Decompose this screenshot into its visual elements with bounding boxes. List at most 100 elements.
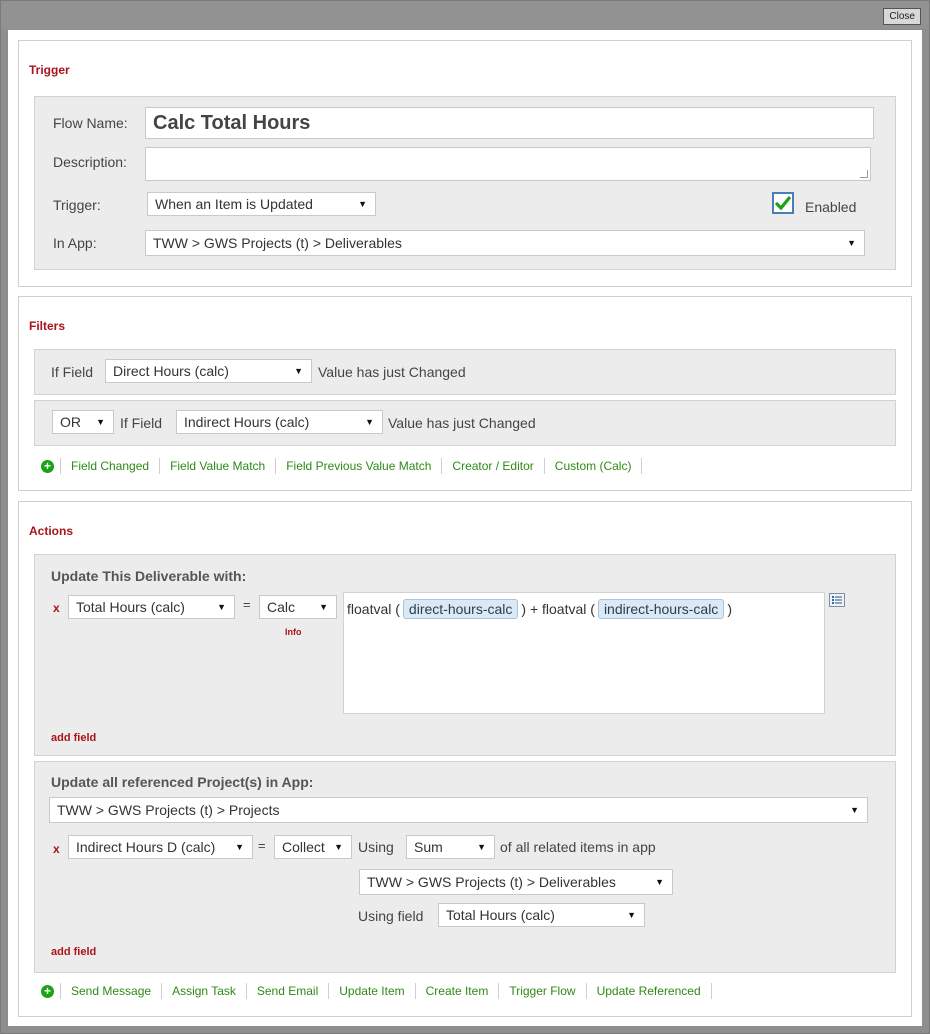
filter-link-creator-editor[interactable]: Creator / Editor: [442, 458, 545, 474]
value-mode-select[interactable]: Calc ▼: [259, 595, 337, 619]
using-label: Using: [358, 839, 394, 855]
action-link-send-email[interactable]: Send Email: [247, 983, 330, 999]
filter-type-links: Field Changed Field Value Match Field Prev…: [60, 458, 643, 474]
referenced-mode-select[interactable]: Collect ▼: [274, 835, 352, 859]
referenced-app-value: TWW > GWS Projects (t) > Projects: [57, 802, 280, 818]
filter-link-field-previous-value-match[interactable]: Field Previous Value Match: [276, 458, 443, 474]
formula-token-direct-hours[interactable]: direct-hours-calc: [402, 599, 519, 619]
equals-sign: =: [258, 838, 266, 853]
filter-field-select[interactable]: Direct Hours (calc) ▼: [105, 359, 312, 383]
filter-connector-select[interactable]: OR ▼: [52, 410, 114, 434]
filter-field-select[interactable]: Indirect Hours (calc) ▼: [176, 410, 383, 434]
chevron-down-icon: ▼: [294, 366, 303, 376]
chevron-down-icon: ▼: [477, 842, 486, 852]
description-textarea[interactable]: [145, 147, 871, 181]
related-app-select[interactable]: TWW > GWS Projects (t) > Deliverables ▼: [359, 869, 673, 895]
referenced-target-field-select[interactable]: Indirect Hours D (calc) ▼: [68, 835, 253, 859]
referenced-app-select[interactable]: TWW > GWS Projects (t) > Projects ▼: [49, 797, 868, 823]
enabled-checkbox[interactable]: [772, 192, 794, 214]
target-field-value: Total Hours (calc): [76, 599, 185, 615]
actions-section-title: Actions: [29, 524, 74, 538]
filter-connector-value: OR: [60, 414, 81, 430]
remove-field-button[interactable]: x: [53, 601, 60, 615]
action-link-update-referenced[interactable]: Update Referenced: [587, 983, 712, 999]
filter-link-field-value-match[interactable]: Field Value Match: [160, 458, 277, 474]
filter-link-field-changed[interactable]: Field Changed: [60, 458, 161, 474]
trigger-section-title: Trigger: [29, 63, 70, 77]
formula-editor[interactable]: floatval (direct-hours-calc) + floatval …: [343, 592, 825, 714]
action-link-update-item[interactable]: Update Item: [329, 983, 416, 999]
chevron-down-icon: ▼: [365, 417, 374, 427]
using-field-select[interactable]: Total Hours (calc) ▼: [438, 903, 645, 927]
filter-condition: Value has just Changed: [388, 415, 536, 431]
action-link-create-item[interactable]: Create Item: [416, 983, 500, 999]
chevron-down-icon: ▼: [850, 805, 859, 815]
action-type-links: Send Message Assign Task Send Email Update …: [60, 983, 712, 999]
update-this-title: Update This Deliverable with:: [51, 568, 247, 584]
info-link[interactable]: Info: [285, 627, 302, 637]
chevron-down-icon: ▼: [627, 910, 636, 920]
related-app-value: TWW > GWS Projects (t) > Deliverables: [367, 874, 616, 890]
enabled-label: Enabled: [805, 199, 857, 215]
update-referenced-title: Update all referenced Project(s) in App:: [51, 774, 314, 790]
chevron-down-icon: ▼: [334, 842, 343, 852]
equals-sign: =: [243, 597, 251, 612]
add-field-link[interactable]: add field: [51, 732, 96, 744]
chevron-down-icon: ▼: [358, 199, 367, 209]
in-app-select-value: TWW > GWS Projects (t) > Deliverables: [153, 235, 402, 251]
formula-mid: ) + floatval (: [521, 601, 595, 617]
referenced-target-field-value: Indirect Hours D (calc): [76, 839, 216, 855]
chevron-down-icon: ▼: [319, 602, 328, 612]
flow-name-input[interactable]: Calc Total Hours: [145, 107, 874, 139]
target-field-select[interactable]: Total Hours (calc) ▼: [68, 595, 235, 619]
action-link-send-message[interactable]: Send Message: [60, 983, 163, 999]
formula-end: ): [727, 601, 732, 617]
trigger-label: Trigger:: [53, 197, 101, 213]
title-bar: Close: [1, 1, 929, 29]
filter-condition: Value has just Changed: [318, 364, 466, 380]
filter-link-custom-calc[interactable]: Custom (Calc): [545, 458, 643, 474]
add-action-plus-icon[interactable]: +: [41, 985, 54, 998]
in-app-select[interactable]: TWW > GWS Projects (t) > Deliverables ▼: [145, 230, 865, 256]
trigger-panel: Flow Name: Calc Total Hours Description:…: [34, 96, 896, 270]
trigger-select[interactable]: When an Item is Updated ▼: [147, 192, 376, 216]
trigger-section: Trigger Flow Name: Calc Total Hours Desc…: [18, 40, 912, 287]
in-app-label: In App:: [53, 235, 97, 251]
flow-name-label: Flow Name:: [53, 115, 128, 131]
aggregate-select[interactable]: Sum ▼: [406, 835, 495, 859]
close-button[interactable]: Close: [883, 8, 921, 25]
formula-token-indirect-hours[interactable]: indirect-hours-calc: [597, 599, 725, 619]
filter-row: If Field Direct Hours (calc) ▼ Value has…: [34, 349, 896, 395]
filter-field-value: Direct Hours (calc): [113, 363, 229, 379]
remove-field-button[interactable]: x: [53, 842, 60, 856]
chevron-down-icon: ▼: [217, 602, 226, 612]
field-list-glyph-icon: [832, 596, 842, 604]
action-link-assign-task[interactable]: Assign Task: [162, 983, 247, 999]
chevron-down-icon: ▼: [655, 877, 664, 887]
actions-section: Actions Update This Deliverable with: x …: [18, 501, 912, 1017]
filter-row: OR ▼ If Field Indirect Hours (calc) ▼ Va…: [34, 400, 896, 446]
filter-field-value: Indirect Hours (calc): [184, 414, 310, 430]
using-field-value: Total Hours (calc): [446, 907, 555, 923]
dialog-body: Trigger Flow Name: Calc Total Hours Desc…: [8, 30, 922, 1026]
update-this-action: Update This Deliverable with: x Total Ho…: [34, 554, 896, 756]
resize-handle-icon[interactable]: [860, 170, 868, 178]
related-items-label: of all related items in app: [500, 839, 656, 855]
add-field-link[interactable]: add field: [51, 946, 96, 958]
formula-fn1: floatval (: [347, 601, 400, 617]
chevron-down-icon: ▼: [847, 238, 856, 248]
aggregate-value: Sum: [414, 839, 443, 855]
description-label: Description:: [53, 154, 127, 170]
referenced-mode-value: Collect: [282, 839, 325, 855]
chevron-down-icon: ▼: [96, 417, 105, 427]
chevron-down-icon: ▼: [235, 842, 244, 852]
add-filter-plus-icon[interactable]: +: [41, 460, 54, 473]
using-field-label: Using field: [358, 908, 424, 924]
field-list-icon[interactable]: [829, 593, 845, 607]
filters-section: Filters If Field Direct Hours (calc) ▼ V…: [18, 296, 912, 491]
flow-editor-window: Close Trigger Flow Name: Calc Total Hour…: [0, 0, 930, 1034]
trigger-select-value: When an Item is Updated: [155, 196, 313, 212]
action-link-trigger-flow[interactable]: Trigger Flow: [499, 983, 587, 999]
if-field-label: If Field: [51, 364, 94, 380]
checkmark-icon: [774, 195, 792, 211]
